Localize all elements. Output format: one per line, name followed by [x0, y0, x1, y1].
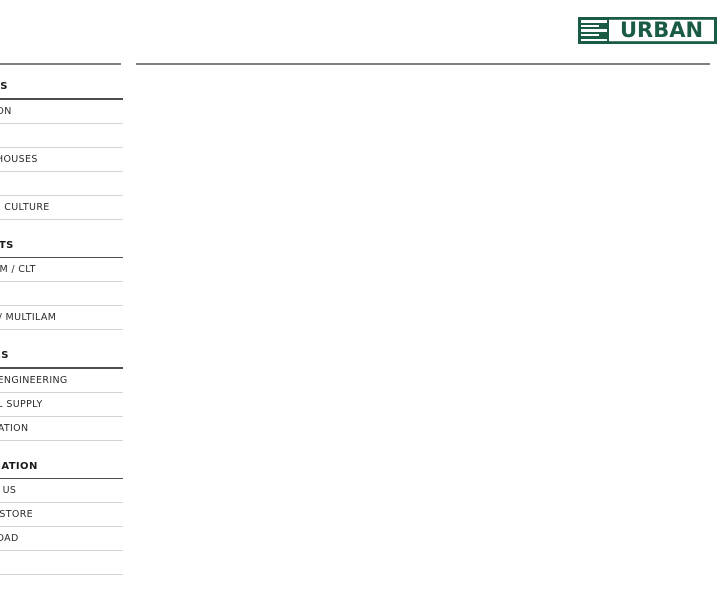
header-rule-sidebar: [0, 63, 121, 65]
sidebar-item-timber-engineering[interactable]: BER ENGINEERING: [0, 369, 123, 393]
sidebar-item-offices[interactable]: ICES: [0, 172, 123, 196]
nav-heading-products: DUCTS: [0, 239, 14, 251]
nav-section-information: ORMATION TACT US BON STORE WNLOAD S: [0, 460, 123, 576]
nav-section-projects: JECTS CATION SING ATE HOUSES ICES LIC & …: [0, 80, 123, 220]
sidebar-item-installation[interactable]: TALLATION: [0, 417, 123, 441]
sidebar-item-education[interactable]: CATION: [0, 100, 123, 124]
sidebar-nav: JECTS CATION SING ATE HOUSES ICES LIC & …: [0, 80, 123, 594]
sidebar-item-carbon-store[interactable]: BON STORE: [0, 503, 123, 528]
main-content-area: [136, 80, 710, 530]
logo-wordmark: URBAN: [609, 19, 714, 42]
sidebar-item-crosslam-clt[interactable]: SSLAM / CLT: [0, 258, 123, 283]
page-root: URBAN JECTS CATION SING ATE HOUSES ICES …: [0, 0, 727, 576]
sidebar-item-material-supply[interactable]: ERIAL SUPPLY: [0, 393, 123, 417]
nav-heading-information: ORMATION: [0, 460, 38, 472]
sidebar-item-private-houses[interactable]: ATE HOUSES: [0, 148, 123, 172]
sidebar-item-contact-us[interactable]: TACT US: [0, 479, 123, 504]
nav-section-services: VICES BER ENGINEERING ERIAL SUPPLY TALLA…: [0, 349, 123, 441]
nav-heading-projects: JECTS: [0, 81, 8, 92]
sidebar-item-download[interactable]: WNLOAD: [0, 527, 123, 552]
sidebar-item-public-culture[interactable]: LIC & CULTURE: [0, 196, 123, 220]
sidebar-item-housing[interactable]: SING: [0, 124, 123, 148]
nav-heading-services: VICES: [0, 350, 9, 362]
nav-section-products: DUCTS SSLAM / CLT ATUR LAM / MULTILAM: [0, 239, 123, 331]
header-rule-main: [136, 63, 710, 65]
site-header: URBAN: [0, 0, 727, 64]
sidebar-item-domatur[interactable]: ATUR: [0, 282, 123, 307]
logo-e-bars-icon: [581, 20, 607, 41]
sidebar-item-glulam-multilam[interactable]: LAM / MULTILAM: [0, 306, 123, 331]
sidebar-item-news[interactable]: S: [0, 551, 123, 576]
eurban-logo[interactable]: URBAN: [578, 17, 717, 44]
